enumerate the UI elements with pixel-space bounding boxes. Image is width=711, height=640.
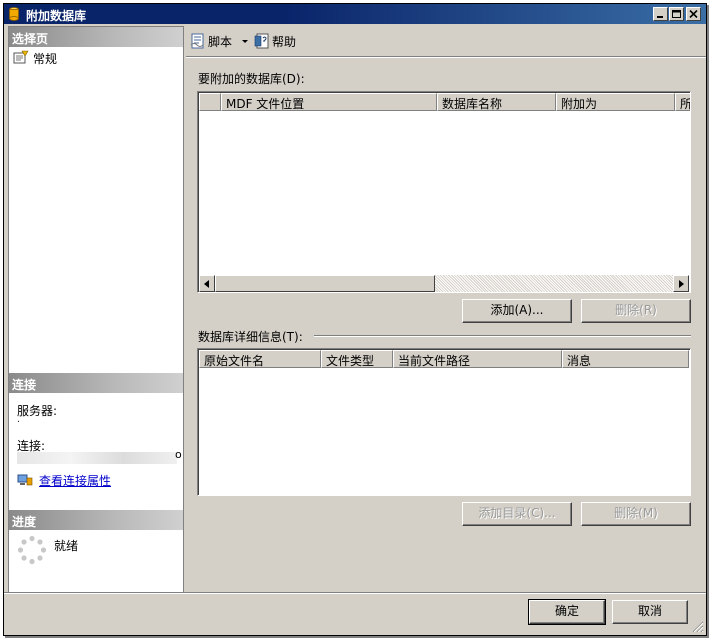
attach-database-dialog: 附加数据库 选择页 常规 连接 服务器: . 连接: o 查看连接属性 进度 就… [3, 3, 707, 636]
col-attach-as[interactable]: 附加为 [556, 93, 675, 111]
cancel-button[interactable]: 取消 [612, 600, 688, 624]
view-connection-properties[interactable]: 查看连接属性 [17, 471, 157, 489]
maximize-icon [672, 10, 681, 18]
view-connection-link[interactable]: 查看连接属性 [39, 472, 111, 489]
arrow-left-icon [204, 280, 209, 288]
maximize-button[interactable] [669, 7, 684, 21]
script-label: 脚本 [208, 35, 233, 49]
redacted-connection-value [17, 452, 177, 464]
remove-database-button[interactable]: 删除(R) [581, 299, 691, 323]
connection-value-marker: o [175, 448, 182, 461]
server-label: 服务器: [17, 404, 58, 418]
database-icon [9, 7, 19, 21]
arrow-right-icon [679, 280, 684, 288]
progress-header: 进度 [9, 510, 183, 530]
add-database-button[interactable]: 添加(A)... [462, 299, 572, 323]
help-icon [254, 33, 269, 49]
minimize-icon [657, 16, 663, 18]
col-message[interactable]: 消息 [562, 350, 689, 368]
add-catalog-button[interactable]: 添加目录(C)... [462, 502, 572, 526]
databases-label: 要附加的数据库(D): [198, 72, 305, 86]
toolbar-separator [186, 56, 706, 58]
col-owner-truncated[interactable]: 所 [675, 93, 690, 111]
ok-button[interactable]: 确定 [528, 599, 606, 625]
minimize-button[interactable] [653, 7, 668, 21]
page-item-label: 常规 [33, 52, 58, 66]
page-item-general[interactable]: 常规 [11, 49, 71, 67]
close-button[interactable] [686, 7, 701, 21]
progress-status: 就绪 [54, 539, 79, 553]
script-icon [190, 33, 204, 49]
resize-grip-icon[interactable] [692, 621, 704, 633]
details-grid[interactable]: 原始文件名 文件类型 当前文件路径 消息 [197, 348, 691, 496]
footer-separator [4, 592, 706, 594]
details-label: 数据库详细信息(T): [198, 330, 303, 344]
details-separator [314, 335, 691, 337]
scroll-thumb[interactable] [215, 275, 435, 292]
row-header-column[interactable] [199, 93, 221, 111]
col-current-path[interactable]: 当前文件路径 [393, 350, 562, 368]
scroll-right-button[interactable] [673, 275, 689, 292]
col-file-type[interactable]: 文件类型 [321, 350, 393, 368]
script-button[interactable]: 脚本 [188, 30, 250, 52]
select-page-header: 选择页 [9, 27, 183, 47]
remove-detail-button[interactable]: 删除(M) [581, 502, 691, 526]
connection-header: 连接 [9, 373, 183, 393]
col-mdf-location[interactable]: MDF 文件位置 [221, 93, 437, 111]
scroll-left-button[interactable] [199, 275, 215, 292]
left-panel: 选择页 常规 连接 服务器: . 连接: o 查看连接属性 进度 就绪 [8, 26, 184, 593]
help-button[interactable]: 帮助 [252, 30, 302, 52]
general-page-icon [13, 50, 29, 64]
col-original-filename[interactable]: 原始文件名 [199, 350, 321, 368]
connection-properties-icon [17, 474, 33, 486]
toolbar: 脚本 帮助 [186, 26, 704, 56]
databases-grid[interactable]: MDF 文件位置 数据库名称 附加为 所 [197, 91, 691, 293]
close-icon [689, 10, 698, 18]
progress-spinner-icon [17, 535, 47, 565]
chevron-down-icon [242, 40, 248, 43]
col-database-name[interactable]: 数据库名称 [437, 93, 556, 111]
server-value: . [17, 415, 20, 425]
window-title: 附加数据库 [26, 9, 87, 23]
help-label: 帮助 [272, 35, 297, 49]
title-bar[interactable]: 附加数据库 [4, 4, 706, 24]
databases-hscrollbar[interactable] [199, 275, 689, 292]
